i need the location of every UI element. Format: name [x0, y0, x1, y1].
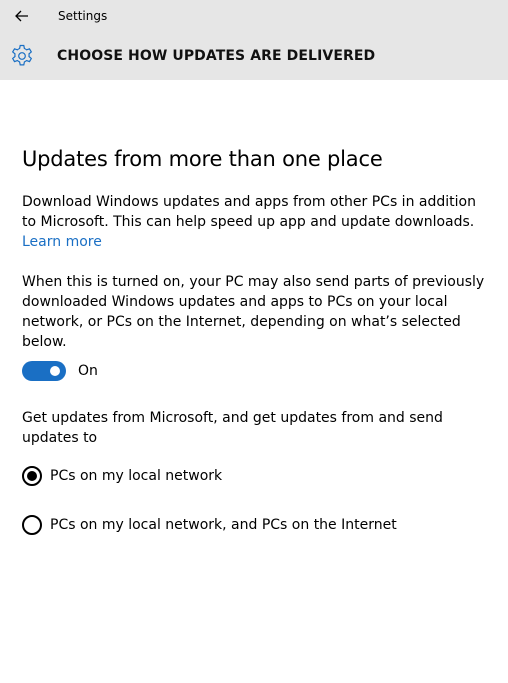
radio-button-unselected[interactable]	[22, 515, 42, 535]
section-title: Updates from more than one place	[22, 147, 383, 171]
title-bar: Settings	[0, 0, 508, 32]
toggle-knob	[50, 366, 60, 376]
delivery-optimization-toggle-row: On	[22, 361, 98, 381]
radio-local-network[interactable]: PCs on my local network	[22, 466, 222, 486]
page-title: CHOOSE HOW UPDATES ARE DELIVERED	[57, 48, 376, 64]
radio-label-local-network: PCs on my local network	[50, 468, 223, 484]
section-title-wrap: Updates from more than one place	[22, 145, 482, 173]
page-header: CHOOSE HOW UPDATES ARE DELIVERED	[0, 32, 508, 80]
back-arrow-icon	[15, 10, 28, 22]
back-button[interactable]	[0, 0, 44, 32]
description-text: Download Windows updates and apps from o…	[22, 194, 476, 230]
radio-prompt-text: Get updates from Microsoft, and get upda…	[22, 410, 443, 446]
radio-button-selected[interactable]	[22, 466, 42, 486]
gear-icon	[0, 32, 44, 80]
radio-local-and-internet[interactable]: PCs on my local network, and PCs on the …	[22, 515, 397, 535]
radio-dot	[27, 471, 37, 481]
radio-label-local-and-internet: PCs on my local network, and PCs on the …	[50, 517, 397, 533]
delivery-optimization-toggle[interactable]	[22, 361, 66, 381]
learn-more-link[interactable]: Learn more	[22, 232, 102, 252]
app-title: Settings	[58, 9, 108, 23]
toggle-description-text: When this is turned on, your PC may also…	[22, 274, 485, 350]
toggle-state-label: On	[78, 363, 98, 379]
